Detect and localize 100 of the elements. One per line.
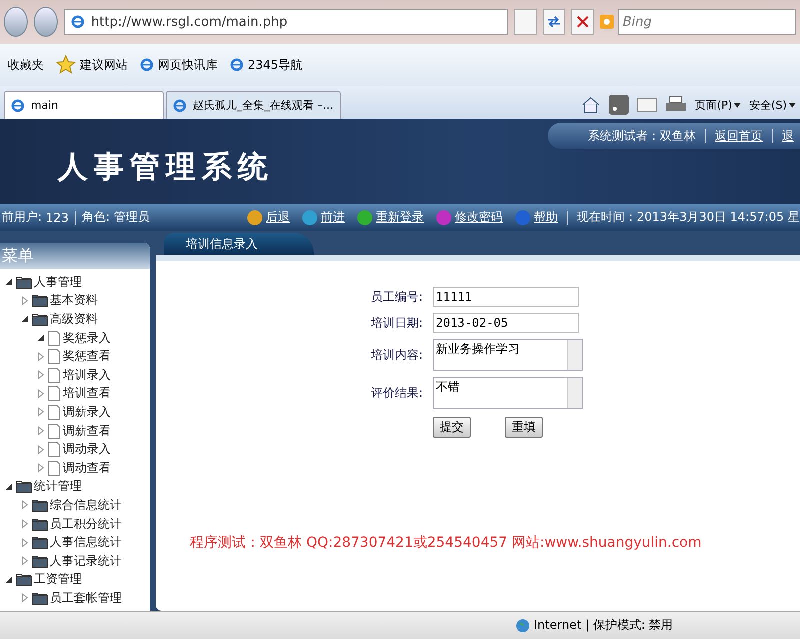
header-link[interactable]: 退 xyxy=(782,128,794,144)
document-icon xyxy=(48,349,61,364)
tree-item[interactable]: 奖惩查看 xyxy=(63,348,111,366)
form-button[interactable]: 重填 xyxy=(505,417,543,438)
refresh-button[interactable] xyxy=(542,9,566,35)
user-label: 前用户: xyxy=(2,209,42,226)
favorites-item[interactable]: 网页快讯库 xyxy=(158,56,218,74)
expand-icon[interactable] xyxy=(36,463,46,474)
expand-icon[interactable] xyxy=(20,538,30,548)
search-field[interactable]: Bing xyxy=(618,9,796,35)
tree-item[interactable]: 培训录入 xyxy=(63,366,111,384)
tree-item[interactable]: 调动查看 xyxy=(63,460,111,477)
tree-item[interactable]: 培训查看 xyxy=(63,385,111,402)
nav-link[interactable]: 后退 xyxy=(247,209,290,226)
folder-icon xyxy=(32,554,48,568)
collapse-icon[interactable] xyxy=(20,314,30,324)
home-icon[interactable] xyxy=(581,96,602,114)
address-field[interactable]: http://www.rsgl.com/main.php xyxy=(64,9,508,35)
document-icon xyxy=(48,330,61,346)
page-icon xyxy=(230,58,244,72)
expand-icon[interactable] xyxy=(36,444,46,455)
field-label: 员工编号: xyxy=(370,288,423,306)
input-field[interactable]: 2013-02-05 xyxy=(433,313,579,333)
tree-item[interactable]: 员工积分统计 xyxy=(50,516,122,533)
favorites-item[interactable]: 收藏夹 xyxy=(8,56,44,74)
footer-note: 程序测试：双鱼林 QQ:287307421或254540457 网站:www.shuangyulin.com xyxy=(190,534,702,552)
folder-icon xyxy=(32,294,48,308)
browser-tab[interactable]: main xyxy=(4,91,164,119)
sidebar-title: 菜单 xyxy=(0,243,150,269)
page-icon xyxy=(11,98,25,112)
expand-icon[interactable] xyxy=(36,352,46,362)
nav-link[interactable]: 帮助 xyxy=(515,209,558,226)
page-icon xyxy=(173,98,187,112)
expand-icon[interactable] xyxy=(36,388,46,399)
content-tab[interactable]: 培训信息录入 xyxy=(164,233,314,255)
text-area[interactable]: 新业务操作学习 xyxy=(433,339,583,371)
expand-icon[interactable] xyxy=(36,426,46,436)
folder-icon xyxy=(32,536,48,550)
command-menu[interactable]: 页面(P) xyxy=(695,98,742,112)
field-label: 培训内容: xyxy=(370,346,423,364)
folder-icon xyxy=(32,498,48,512)
document-icon xyxy=(48,460,61,476)
header-link[interactable]: 返回首页 xyxy=(715,128,763,144)
security-zone: Internet | 保护模式: 禁用 xyxy=(534,617,674,634)
collapse-icon[interactable] xyxy=(4,574,14,585)
tree-item[interactable]: 奖惩录入 xyxy=(63,330,111,347)
tree-item[interactable]: 调薪录入 xyxy=(63,404,111,421)
nav-link[interactable]: 修改密码 xyxy=(436,209,504,226)
expand-icon[interactable] xyxy=(36,407,46,418)
user-value: 123 xyxy=(46,210,69,224)
form-button[interactable]: 提交 xyxy=(433,417,471,438)
tree-item[interactable]: 调薪查看 xyxy=(63,422,111,440)
collapse-icon[interactable] xyxy=(36,333,46,344)
favorites-item[interactable]: 建议网站 xyxy=(80,56,128,74)
stop-button[interactable] xyxy=(571,9,594,35)
document-icon xyxy=(48,404,61,420)
back-button[interactable] xyxy=(4,7,28,37)
tester-label: 系统测试者：双鱼林 xyxy=(588,128,696,144)
expand-icon[interactable] xyxy=(20,519,30,530)
role-label: 角色: xyxy=(82,209,110,226)
folder-icon xyxy=(16,573,32,586)
expand-icon[interactable] xyxy=(36,370,46,380)
folder-icon xyxy=(32,312,48,326)
tree-item[interactable]: 高级资料 xyxy=(50,310,98,328)
expand-icon[interactable] xyxy=(20,500,30,510)
collapse-icon[interactable] xyxy=(4,277,14,288)
favorites-item[interactable]: 2345导航 xyxy=(248,56,303,74)
command-menu[interactable]: 安全(S) xyxy=(749,98,796,112)
folder-icon xyxy=(16,480,32,494)
tree-item[interactable]: 统计管理 xyxy=(34,478,82,496)
caret-icon xyxy=(734,102,742,108)
expand-icon[interactable] xyxy=(20,556,30,566)
star-icon[interactable] xyxy=(56,55,76,75)
tree-item[interactable]: 员工套帐管理 xyxy=(50,590,122,607)
tree-item[interactable]: 综合信息统计 xyxy=(50,496,122,514)
tree-item[interactable]: 基本资料 xyxy=(50,292,98,310)
collapse-icon[interactable] xyxy=(4,482,14,492)
forward-button[interactable] xyxy=(34,7,58,37)
tree-item[interactable]: 调动录入 xyxy=(63,441,111,458)
printer-icon[interactable] xyxy=(665,96,688,114)
browser-tab[interactable]: 赵氏孤儿_全集_在线观看 –... xyxy=(166,91,340,119)
close-icon xyxy=(576,16,589,28)
expand-icon[interactable] xyxy=(20,593,30,604)
tree-item[interactable]: 人事记录统计 xyxy=(50,552,122,570)
feed-icon[interactable] xyxy=(609,95,630,115)
tree-item[interactable]: 人事管理 xyxy=(34,274,82,291)
tree-item[interactable]: 工资管理 xyxy=(34,571,82,588)
expand-icon[interactable] xyxy=(20,296,30,306)
nav-link[interactable]: 重新登录 xyxy=(357,209,424,226)
folder-icon xyxy=(16,276,32,289)
text-area[interactable]: 不错 xyxy=(433,377,583,409)
nav-link[interactable]: 前进 xyxy=(302,209,346,226)
caret-icon xyxy=(789,102,796,108)
folder-icon xyxy=(32,592,48,605)
globe-icon xyxy=(516,618,530,632)
page-icon xyxy=(140,58,154,72)
input-field[interactable]: 11111 xyxy=(433,287,579,307)
tree-item[interactable]: 人事信息统计 xyxy=(50,534,122,552)
field-label: 评价结果: xyxy=(370,384,423,402)
search-engine-icon xyxy=(600,15,614,29)
